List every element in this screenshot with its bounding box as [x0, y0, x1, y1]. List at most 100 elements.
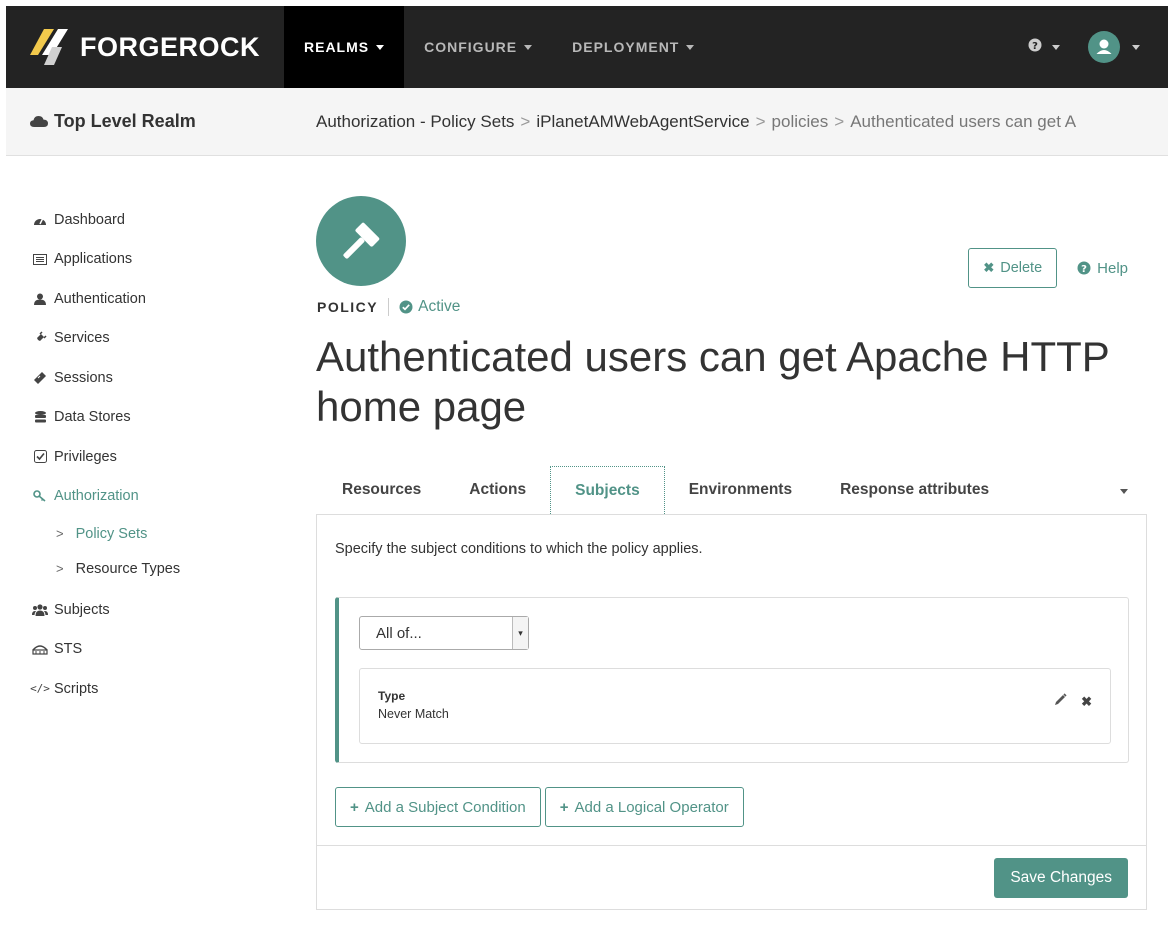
sidebar-item-label: Services [54, 330, 110, 347]
tabs-more-dropdown[interactable] [1113, 466, 1142, 516]
sidebar-item-label: Sessions [54, 369, 113, 386]
sidebar-item-authorization[interactable]: Authorization [30, 477, 290, 517]
subject-condition-card[interactable]: Type Never Match ✖ [359, 668, 1111, 744]
gavel-icon [316, 196, 406, 286]
breadcrumb-policy-sets[interactable]: Authorization - Policy Sets [316, 112, 514, 131]
svg-text:?: ? [1032, 41, 1038, 52]
forgerock-logo-icon [30, 25, 74, 69]
add-subject-condition-button[interactable]: + Add a Subject Condition [335, 787, 541, 827]
nav-realms[interactable]: REALMS [284, 6, 405, 88]
user-dropdown[interactable] [1088, 31, 1140, 63]
sidebar-item-label: Applications [54, 251, 133, 268]
nav-deployment[interactable]: DEPLOYMENT [552, 6, 714, 88]
breadcrumb-policies[interactable]: policies [772, 112, 829, 131]
sidebar-item-subjects[interactable]: Subjects [30, 590, 290, 630]
tab-environments[interactable]: Environments [665, 466, 816, 514]
tachometer-icon [30, 214, 50, 226]
page-title: Authenticated users can get Apache HTTP … [316, 333, 1110, 430]
caret-down-icon [1052, 44, 1060, 50]
sidebar-subitem-label: Resource Types [75, 560, 181, 577]
logical-operator-value: All of... [376, 624, 422, 642]
key-icon [30, 490, 50, 502]
times-icon: ✖ [983, 260, 995, 275]
header-actions: ✖ Delete ? Help [968, 248, 1128, 288]
svg-text:?: ? [1081, 264, 1087, 275]
policy-meta: POLICY Active [317, 298, 460, 316]
sidebar: Dashboard Applications Authentication Se… [30, 200, 290, 709]
pencil-icon[interactable] [1054, 693, 1067, 711]
database-icon [30, 410, 50, 424]
tab-label: Environments [688, 481, 793, 498]
plug-icon [30, 331, 50, 345]
caret-down-icon [1120, 488, 1128, 494]
user-icon [30, 293, 50, 305]
save-changes-button[interactable]: Save Changes [994, 858, 1128, 898]
caret-down-icon [686, 44, 695, 50]
sidebar-item-privileges[interactable]: Privileges [30, 437, 290, 477]
sidebar-item-services[interactable]: Services [30, 319, 290, 359]
plus-icon: + [559, 798, 569, 816]
sidebar-item-dashboard[interactable]: Dashboard [30, 200, 290, 240]
logical-operator-block: All of... ▾ Type Never Match ✖ [335, 597, 1129, 763]
chevron-right-icon: > [56, 561, 64, 576]
subjects-panel: Specify the subject conditions to which … [316, 514, 1147, 910]
help-dropdown[interactable]: ? [1028, 38, 1060, 56]
caret-down-icon [524, 44, 533, 50]
realm-name[interactable]: Top Level Realm [6, 111, 316, 132]
nav-right: ? [1028, 6, 1168, 88]
cloud-icon [30, 111, 48, 132]
delete-button-label: Delete [1000, 260, 1043, 276]
add-logical-operator-button[interactable]: + Add a Logical Operator [544, 787, 744, 827]
sidebar-subitem-policy-sets[interactable]: > Policy Sets [30, 516, 290, 551]
tab-label: Response attributes [840, 481, 990, 498]
breadcrumb-policy-set[interactable]: iPlanetAMWebAgentService [536, 112, 749, 131]
brand[interactable]: FORGEROCK [6, 6, 284, 88]
sidebar-item-label: Authorization [54, 488, 139, 505]
users-icon [30, 604, 50, 616]
breadcrumb-separator: > [520, 111, 531, 131]
sidebar-item-scripts[interactable]: </> Scripts [30, 669, 290, 709]
delete-button[interactable]: ✖ Delete [968, 248, 1058, 288]
tab-response-attributes[interactable]: Response attributes [816, 466, 1013, 514]
sidebar-item-sts[interactable]: STS [30, 630, 290, 670]
brand-name: FORGEROCK [80, 31, 260, 62]
add-subject-condition-label: Add a Subject Condition [364, 798, 526, 816]
code-icon: </> [30, 682, 50, 696]
sidebar-item-label: STS [54, 641, 83, 658]
condition-type-value: Never Match [378, 707, 449, 721]
realm-bar: Top Level Realm Authorization - Policy S… [6, 88, 1168, 156]
sidebar-item-applications[interactable]: Applications [30, 240, 290, 280]
breadcrumb-separator: > [755, 111, 766, 131]
breadcrumb-current: Authenticated users can get A [850, 111, 1077, 131]
sidebar-subitem-label: Policy Sets [75, 525, 148, 542]
list-alt-icon [30, 253, 50, 265]
tab-label: Actions [469, 481, 527, 498]
sts-icon [30, 644, 50, 655]
tab-resources[interactable]: Resources [318, 466, 445, 514]
panel-footer: Save Changes [317, 845, 1146, 909]
add-buttons: + Add a Subject Condition + Add a Logica… [335, 787, 748, 827]
nav-deployment-label: DEPLOYMENT [572, 39, 680, 55]
sidebar-item-label: Dashboard [54, 211, 125, 228]
sidebar-item-sessions[interactable]: Sessions [30, 358, 290, 398]
policy-kicker: POLICY [317, 299, 379, 315]
nav-realms-label: REALMS [304, 39, 370, 55]
caret-down-icon [1132, 44, 1140, 50]
sidebar-subitem-resource-types[interactable]: > Resource Types [30, 551, 290, 586]
help-link[interactable]: ? Help [1077, 260, 1128, 277]
divider [388, 298, 390, 316]
condition-actions: ✖ [1040, 693, 1092, 711]
sidebar-item-data-stores[interactable]: Data Stores [30, 398, 290, 438]
question-circle-icon: ? [1077, 261, 1091, 275]
caret-down-icon [376, 44, 385, 50]
help-link-label: Help [1097, 259, 1128, 277]
plus-icon: + [350, 798, 359, 816]
nav-configure[interactable]: CONFIGURE [404, 6, 552, 88]
logical-operator-select[interactable]: All of... ▾ [359, 616, 529, 650]
tab-subjects[interactable]: Subjects [550, 466, 665, 516]
remove-icon[interactable]: ✖ [1081, 694, 1092, 710]
sidebar-item-authentication[interactable]: Authentication [30, 279, 290, 319]
tab-actions[interactable]: Actions [445, 466, 550, 514]
breadcrumb-separator: > [834, 111, 845, 131]
nav-configure-label: CONFIGURE [424, 39, 518, 55]
